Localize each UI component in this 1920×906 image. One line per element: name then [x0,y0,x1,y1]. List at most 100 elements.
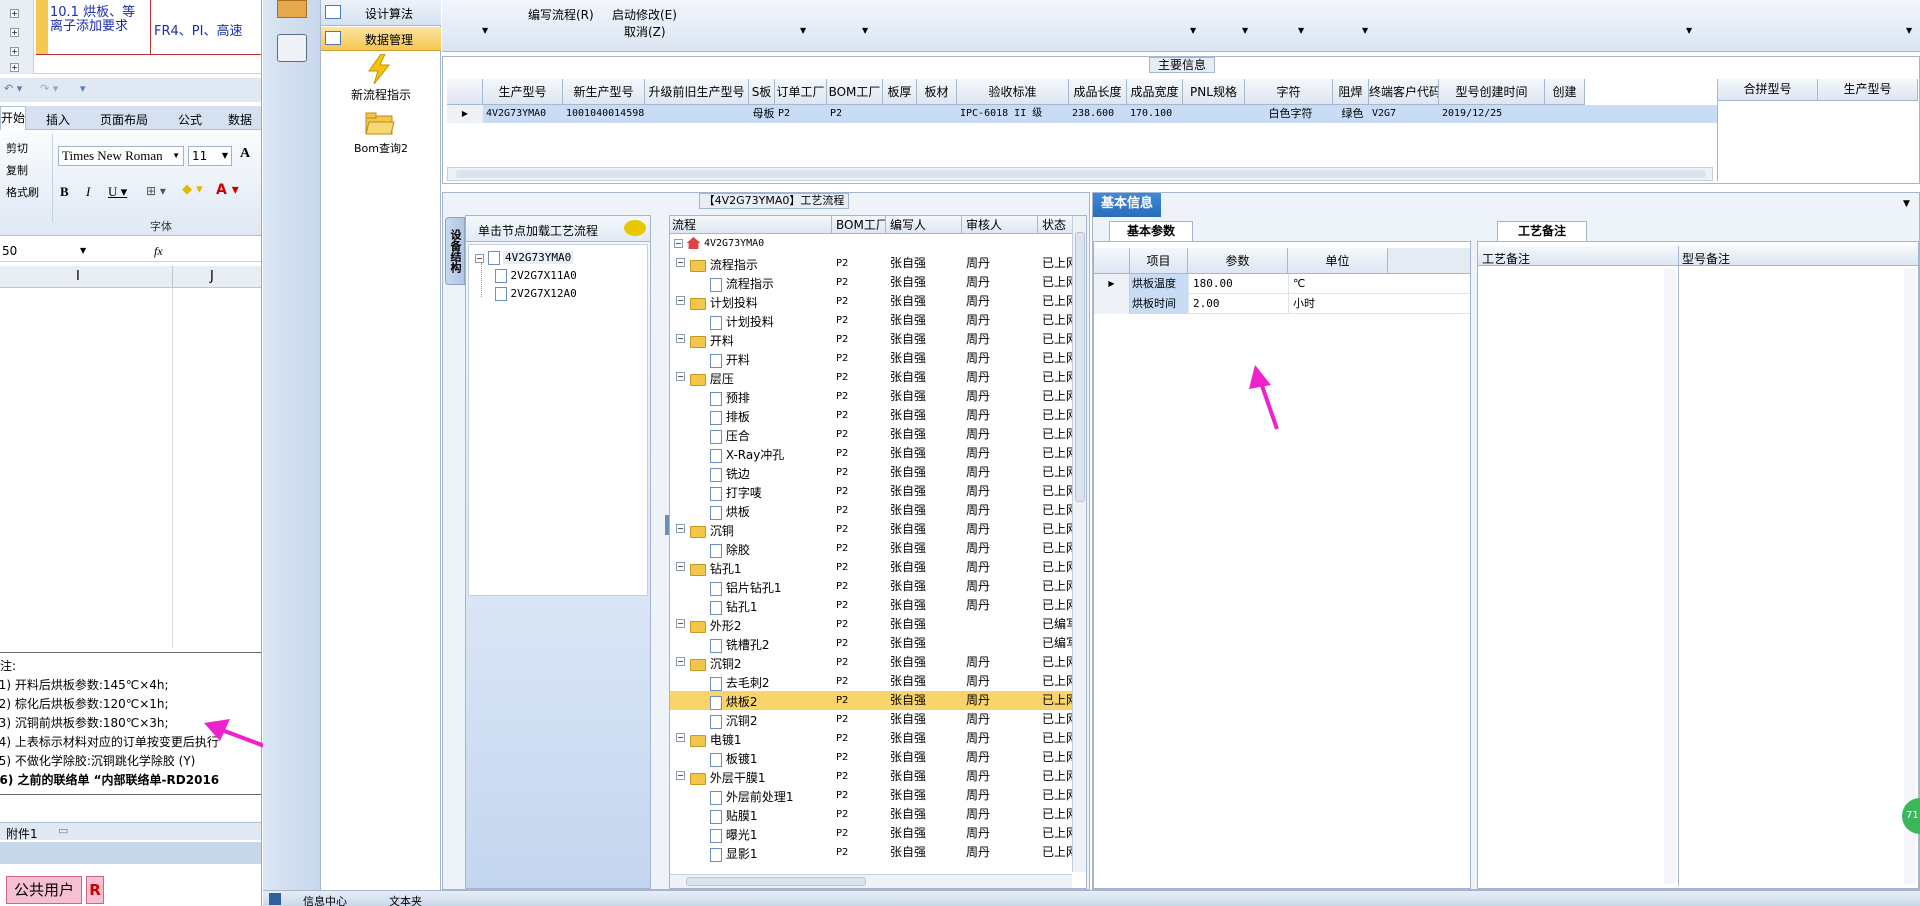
flow-cell[interactable]: 已上网 [1038,672,1074,691]
flow-row[interactable]: 烘板2 P2张自强周丹已上网 [670,691,1074,710]
flow-cell[interactable]: 张自强 [886,786,962,805]
flow-row[interactable]: 计划投料 P2张自强周丹已上网 [670,311,1074,330]
flow-cell[interactable]: 周丹 [962,672,1038,691]
flow-cell[interactable]: 已上网 [1038,292,1074,311]
flow-node[interactable]: 铣槽孔2 [710,636,769,653]
tab-process-notes[interactable]: 工艺备注 [1497,221,1587,241]
collapse-icon[interactable]: − [676,334,685,343]
main-info-header[interactable]: 升级前旧生产型号 [645,79,749,105]
flow-cell[interactable]: P2 [832,311,886,330]
flow-node[interactable]: X-Ray冲孔 [710,446,784,463]
copy-button[interactable]: 复制 [6,162,28,178]
main-info-header[interactable]: 成品宽度 [1127,79,1183,105]
column-header-i[interactable]: I [76,269,80,284]
flow-node[interactable]: 烘板 [710,503,750,520]
main-info-header[interactable]: S板 [749,79,775,105]
main-info-cell[interactable]: 170.100 [1127,105,1183,123]
flow-node[interactable]: 打字唛 [710,484,762,501]
flow-cell[interactable]: 张自强 [886,349,962,368]
flow-cell[interactable]: 张自强 [886,577,962,596]
flow-cell[interactable]: 已上网 [1038,653,1074,672]
flow-cell[interactable]: 张自强 [886,634,962,653]
flow-row[interactable]: 铣边 P2张自强周丹已上网 [670,463,1074,482]
lightning-icon[interactable] [367,53,393,85]
flow-cell[interactable]: 张自强 [886,482,962,501]
flow-cell[interactable]: 张自强 [886,691,962,710]
basic-info-title[interactable]: 基本信息 [1093,193,1161,217]
fill-color-icon[interactable]: ◆ ▾ [182,182,203,197]
flow-row[interactable]: 开料 − P2张自强周丹已上网 [670,330,1074,349]
collapse-icon[interactable]: − [676,562,685,571]
underline-button[interactable]: U ▾ [108,184,127,200]
flow-cell[interactable]: 周丹 [962,254,1038,273]
cancel-button[interactable]: 取消(Z) [624,23,666,40]
flow-cell[interactable]: P2 [832,691,886,710]
flow-cell[interactable]: 张自强 [886,425,962,444]
flow-cell[interactable]: 张自强 [886,406,962,425]
chevron-down-icon[interactable]: ▼ [1903,199,1910,209]
flow-row[interactable]: 沉铜2 P2张自强周丹已上网 [670,710,1074,729]
note-line[interactable]: (3) 沉铜前烘板参数:180℃×3h; [0,714,169,731]
flow-cell[interactable]: P2 [832,653,886,672]
flow-cell[interactable]: 已上网 [1038,748,1074,767]
flow-cell[interactable]: 周丹 [962,330,1038,349]
note-line[interactable]: (2) 棕化后烘板参数:120℃×1h; [0,695,169,712]
flow-cell[interactable]: 周丹 [962,368,1038,387]
flow-cell[interactable]: 周丹 [962,539,1038,558]
flow-cell[interactable]: 已上网 [1038,710,1074,729]
flow-cell[interactable]: 周丹 [962,691,1038,710]
flow-row[interactable]: 压合 P2张自强周丹已上网 [670,425,1074,444]
format-painter-button[interactable]: 格式刷 [6,184,39,200]
tree-node[interactable]: 2V2G7X11A0 [495,269,577,283]
flow-cell[interactable]: P2 [832,786,886,805]
flow-cell[interactable]: 已上网 [1038,577,1074,596]
v-scrollbar[interactable] [1664,268,1676,884]
flow-row[interactable]: 沉铜 − P2张自强周丹已上网 [670,520,1074,539]
flow-node[interactable]: 沉铜 − [676,522,734,539]
column-header-j[interactable]: J [210,269,214,284]
flow-cell[interactable]: 周丹 [962,805,1038,824]
flow-cell[interactable]: P2 [832,406,886,425]
flow-cell[interactable]: 张自强 [886,444,962,463]
flow-cell[interactable]: P2 [832,729,886,748]
flow-node[interactable]: 贴膜1 [710,807,757,824]
flow-cell[interactable]: 周丹 [962,387,1038,406]
flow-cell[interactable]: P2 [832,520,886,539]
flow-cell[interactable]: 张自强 [886,520,962,539]
redo-icon[interactable]: ↷ ▾ [40,82,58,95]
collapse-icon[interactable]: − [676,524,685,533]
param-row[interactable]: ▶ 烘板温度 180.00 ℃ [1094,274,1470,294]
flow-node[interactable]: 层压 − [676,370,734,387]
border-icon[interactable]: ⊞ ▾ [146,184,166,198]
param-row[interactable]: 烘板时间 2.00 小时 [1094,294,1470,314]
status-item[interactable]: 信息中心 [303,893,347,906]
flow-cell[interactable]: 张自强 [886,254,962,273]
flow-cell[interactable]: P2 [832,292,886,311]
flow-header-cell[interactable]: 状态 [1038,216,1074,234]
side-tab-device[interactable]: 设备结构 [445,217,465,285]
tab-data[interactable]: 数据 [228,111,252,128]
tab-start[interactable]: 开始 [0,106,26,130]
nav-bom-query[interactable]: Bom查询2 [321,140,441,156]
cut-button[interactable]: 剪切 [6,140,28,156]
flow-node[interactable]: 外层干膜1 − [676,769,765,786]
flow-node[interactable]: 显影1 [710,845,757,862]
main-info-cell[interactable]: 绿色 [1333,105,1369,123]
flow-row[interactable]: 流程指示 − P2张自强周丹已上网 [670,254,1074,273]
flow-cell[interactable]: 周丹 [962,558,1038,577]
font-color-icon[interactable]: A ▾ [216,182,239,198]
flow-node[interactable]: 压合 [710,427,750,444]
chevron-down-icon[interactable]: ▼ [80,246,86,255]
flow-cell[interactable]: 已上网 [1038,824,1074,843]
flow-cell[interactable]: 张自强 [886,615,962,634]
h-scrollbar[interactable] [670,874,1072,888]
flow-cell[interactable] [962,615,1038,634]
expand-icon[interactable]: + [10,60,19,73]
flow-row[interactable]: 外层前处理1 P2张自强周丹已上网 [670,786,1074,805]
r-badge[interactable]: R [86,876,104,904]
flow-node[interactable]: 开料 [710,351,750,368]
flow-cell[interactable]: P2 [832,843,886,862]
flow-cell[interactable]: 已上网 [1038,558,1074,577]
flow-cell[interactable]: 张自强 [886,843,962,862]
flow-cell[interactable]: 已上网 [1038,254,1074,273]
